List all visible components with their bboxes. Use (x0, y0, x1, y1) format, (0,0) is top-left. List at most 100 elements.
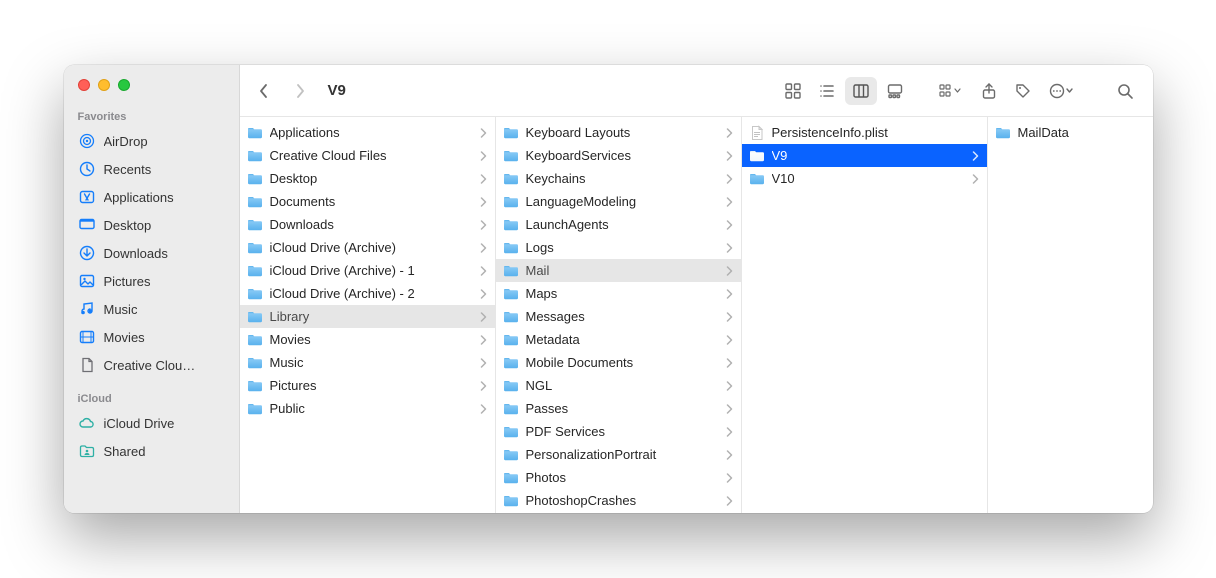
chevron-right-icon (480, 358, 487, 368)
folder-row-music[interactable]: Music (240, 351, 495, 374)
folder-icon (502, 423, 520, 441)
window-title: V9 (320, 82, 346, 99)
chevron-right-icon (480, 335, 487, 345)
folder-icon (246, 400, 264, 418)
sidebar-item-label: Pictures (104, 274, 151, 289)
folder-row-pdf-services[interactable]: PDF Services (496, 420, 741, 443)
row-label: KeyboardServices (526, 148, 716, 163)
folder-icon (502, 262, 520, 280)
row-label: V10 (772, 171, 962, 186)
sidebar-item-movies[interactable]: Movies (64, 323, 239, 351)
sidebar-item-label: Movies (104, 330, 145, 345)
folder-row-documents[interactable]: Documents (240, 190, 495, 213)
shared-icon (78, 442, 96, 460)
close-window-button[interactable] (78, 79, 90, 91)
sidebar-item-label: Recents (104, 162, 152, 177)
view-icons-button[interactable] (777, 77, 809, 105)
movies-icon (78, 328, 96, 346)
folder-row-launchagents[interactable]: LaunchAgents (496, 213, 741, 236)
sidebar-item-music[interactable]: Music (64, 295, 239, 323)
sidebar-item-desktop[interactable]: Desktop (64, 211, 239, 239)
pictures-icon (78, 272, 96, 290)
share-button[interactable] (973, 77, 1005, 105)
folder-row-applications[interactable]: Applications (240, 121, 495, 144)
view-gallery-button[interactable] (879, 77, 911, 105)
folder-row-languagemodeling[interactable]: LanguageModeling (496, 190, 741, 213)
folder-row-ngl[interactable]: NGL (496, 374, 741, 397)
sidebar-item-airdrop[interactable]: AirDrop (64, 127, 239, 155)
folder-row-library[interactable]: Library (240, 305, 495, 328)
search-button[interactable] (1109, 77, 1141, 105)
group-by-button[interactable] (931, 77, 971, 105)
folder-row-v10[interactable]: V10 (742, 167, 987, 190)
sidebar-item-pictures[interactable]: Pictures (64, 267, 239, 295)
row-label: iCloud Drive (Archive) (270, 240, 470, 255)
folder-row-keyboard-layouts[interactable]: Keyboard Layouts (496, 121, 741, 144)
zoom-window-button[interactable] (118, 79, 130, 91)
folder-row-photoshopcrashes[interactable]: PhotoshopCrashes (496, 489, 741, 512)
sidebar-item-applications[interactable]: Applications (64, 183, 239, 211)
chevron-right-icon (726, 243, 733, 253)
folder-row-movies[interactable]: Movies (240, 328, 495, 351)
folder-row-metadata[interactable]: Metadata (496, 328, 741, 351)
sidebar-item-icloud-drive[interactable]: iCloud Drive (64, 409, 239, 437)
action-menu-button[interactable] (1041, 77, 1081, 105)
folder-row-maps[interactable]: Maps (496, 282, 741, 305)
column-browser: ApplicationsCreative Cloud FilesDesktopD… (240, 117, 1153, 513)
folder-row-personalizationportrait[interactable]: PersonalizationPortrait (496, 443, 741, 466)
folder-row-desktop[interactable]: Desktop (240, 167, 495, 190)
airdrop-icon (78, 132, 96, 150)
folder-row-public[interactable]: Public (240, 397, 495, 420)
row-label: Music (270, 355, 470, 370)
sidebar-item-downloads[interactable]: Downloads (64, 239, 239, 267)
folder-icon (246, 147, 264, 165)
row-label: Passes (526, 401, 716, 416)
back-button[interactable] (248, 77, 280, 105)
chevron-right-icon (726, 450, 733, 460)
folder-row-icloud-drive-archive-2[interactable]: iCloud Drive (Archive) - 2 (240, 282, 495, 305)
row-label: Photos (526, 470, 716, 485)
downloads-icon (78, 244, 96, 262)
folder-row-icloud-drive-archive[interactable]: iCloud Drive (Archive) (240, 236, 495, 259)
folder-row-photos[interactable]: Photos (496, 466, 741, 489)
view-columns-button[interactable] (845, 77, 877, 105)
forward-button[interactable] (284, 77, 316, 105)
sidebar-item-label: iCloud Drive (104, 416, 175, 431)
folder-row-creative-cloud-files[interactable]: Creative Cloud Files (240, 144, 495, 167)
folder-row-mail[interactable]: Mail (496, 259, 741, 282)
folder-row-pictures[interactable]: Pictures (240, 374, 495, 397)
sidebar-item-shared[interactable]: Shared (64, 437, 239, 465)
chevron-right-icon (726, 220, 733, 230)
row-label: Creative Cloud Files (270, 148, 470, 163)
row-label: Logs (526, 240, 716, 255)
finder-main: V9 (240, 65, 1153, 513)
sidebar-item-creative-clou[interactable]: Creative Clou… (64, 351, 239, 379)
folder-row-maildata[interactable]: MailData (988, 121, 1153, 144)
folder-row-mobile-documents[interactable]: Mobile Documents (496, 351, 741, 374)
folder-icon (994, 124, 1012, 142)
folder-icon (246, 216, 264, 234)
tags-button[interactable] (1007, 77, 1039, 105)
file-row-persistenceinfo-plist[interactable]: PersistenceInfo.plist (742, 121, 987, 144)
row-label: Movies (270, 332, 470, 347)
folder-icon (502, 170, 520, 188)
folder-row-messages[interactable]: Messages (496, 305, 741, 328)
folder-row-keychains[interactable]: Keychains (496, 167, 741, 190)
view-list-button[interactable] (811, 77, 843, 105)
folder-row-icloud-drive-archive-1[interactable]: iCloud Drive (Archive) - 1 (240, 259, 495, 282)
column-3: MailData (988, 117, 1153, 513)
chevron-right-icon (480, 128, 487, 138)
row-label: Metadata (526, 332, 716, 347)
folder-row-downloads[interactable]: Downloads (240, 213, 495, 236)
row-label: Mobile Documents (526, 355, 716, 370)
chevron-right-icon (480, 381, 487, 391)
folder-row-v9[interactable]: V9 (742, 144, 987, 167)
sidebar-heading: Favorites (64, 107, 239, 127)
sidebar-item-recents[interactable]: Recents (64, 155, 239, 183)
chevron-right-icon (726, 289, 733, 299)
folder-row-passes[interactable]: Passes (496, 397, 741, 420)
folder-row-keyboardservices[interactable]: KeyboardServices (496, 144, 741, 167)
sidebar-item-label: Downloads (104, 246, 168, 261)
minimize-window-button[interactable] (98, 79, 110, 91)
folder-row-logs[interactable]: Logs (496, 236, 741, 259)
